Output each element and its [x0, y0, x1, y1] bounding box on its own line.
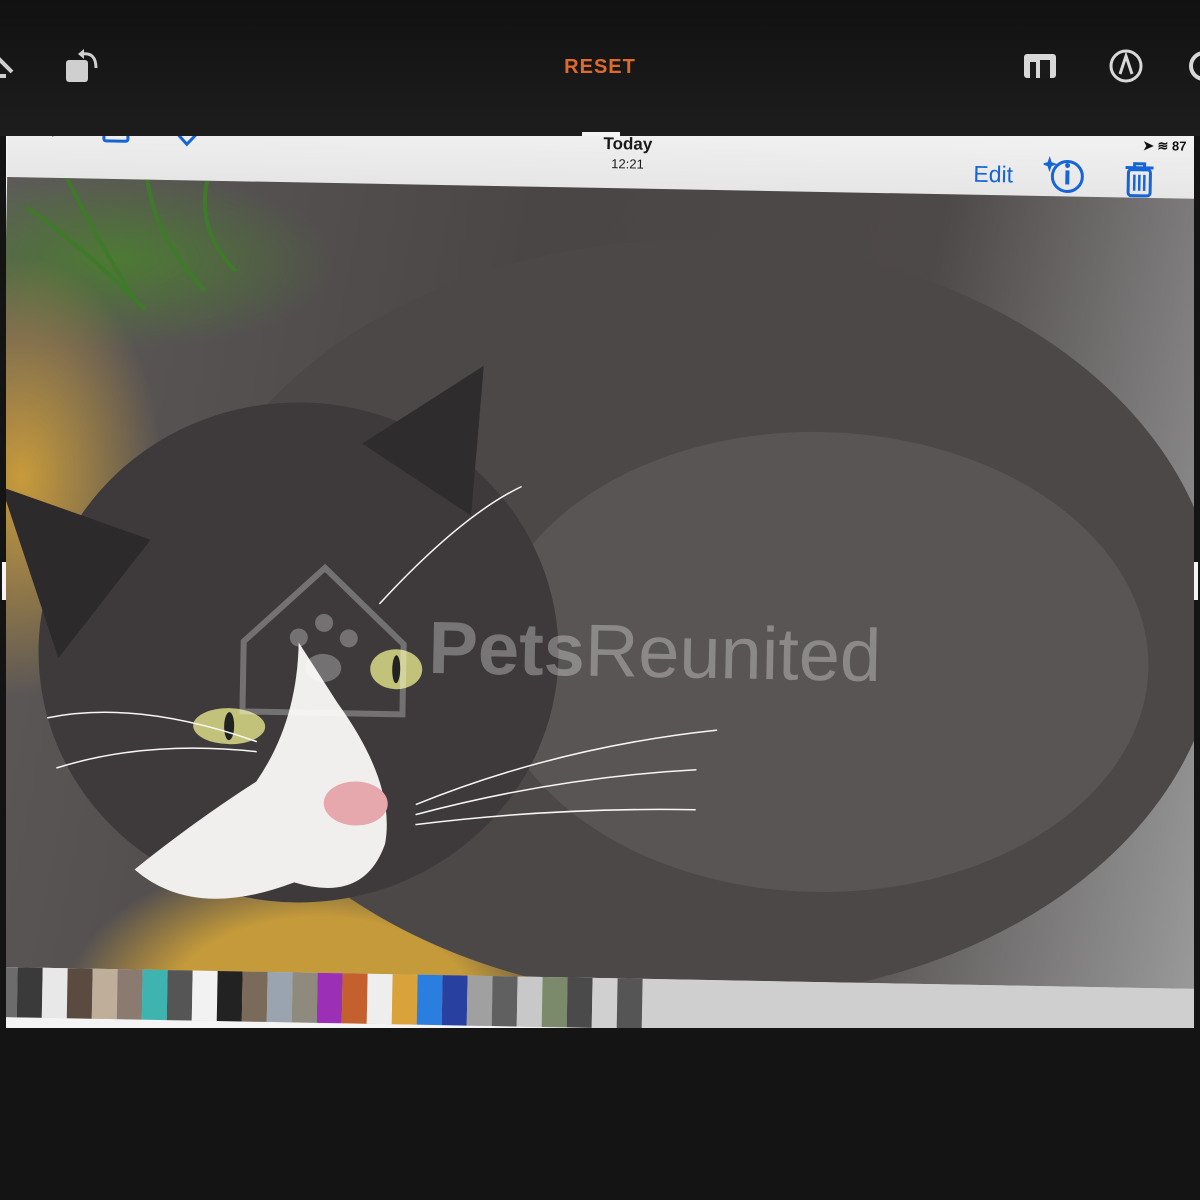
thumbnail [291, 972, 318, 1023]
watermark-brand-light: Reunited [584, 608, 882, 698]
thumbnail [166, 970, 193, 1021]
battery-percent: 87 [1171, 138, 1187, 154]
thumbnail [516, 976, 543, 1027]
thumbnail [616, 978, 643, 1028]
photo-canvas[interactable]: Today 12:21 Edit ➤ ≋ 87 PetsReunited [6, 136, 1194, 1028]
thumbnail [266, 971, 293, 1023]
thumbnail [191, 970, 218, 1022]
thumbnail [541, 976, 568, 1028]
more-icon[interactable] [1184, 46, 1200, 86]
thumbnail [216, 971, 243, 1022]
thumbnail [566, 977, 593, 1028]
rotate-icon[interactable] [62, 46, 102, 86]
reset-button[interactable]: RESET [540, 52, 660, 82]
thumbnail [591, 977, 618, 1028]
thumbnail [416, 974, 443, 1026]
thumbnail [91, 968, 118, 1020]
thumbnail [141, 969, 168, 1021]
nav-title: Today [603, 136, 653, 154]
wifi-icon: ≋ [1157, 138, 1169, 154]
screenshot-image: Today 12:21 Edit ➤ ≋ 87 PetsReunited [6, 136, 1194, 1028]
markup-icon[interactable] [1106, 46, 1146, 86]
thumbnail [66, 968, 93, 1019]
grass-blades [25, 177, 237, 311]
back-chevron-icon [38, 136, 63, 143]
aspect-ratio-icon[interactable] [1020, 46, 1060, 86]
thumbnail [491, 976, 518, 1027]
thumbnail [391, 974, 418, 1025]
edit-button: Edit [973, 160, 1014, 188]
editor-bottom-area [0, 1028, 1200, 1200]
crop-handle-top[interactable] [582, 132, 620, 136]
thumbnail [366, 973, 393, 1025]
thumbnail [41, 967, 68, 1019]
location-arrow-icon: ➤ [1142, 137, 1154, 154]
thumbnail [316, 972, 343, 1024]
nav-time: 12:21 [611, 156, 644, 172]
cat-photo: PetsReunited [6, 177, 1194, 989]
editor-toolbar: RESET [0, 0, 1200, 136]
favorite-heart-icon [170, 136, 205, 152]
status-bar-right: ➤ ≋ 87 [1143, 138, 1187, 155]
info-sparkle-icon [1041, 154, 1088, 200]
thumbnail [466, 975, 493, 1027]
crop-tilt-icon[interactable] [0, 46, 26, 86]
thumbnail [341, 973, 368, 1024]
thumbnail [441, 975, 468, 1026]
watermark-brand-bold: Pets [427, 605, 586, 692]
thumbnail [16, 967, 43, 1018]
watermark-text: PetsReunited [428, 605, 882, 698]
share-icon [100, 136, 133, 148]
crop-handle-left[interactable] [2, 562, 6, 600]
thumbnail [116, 969, 143, 1020]
thumbnail [241, 971, 268, 1022]
crop-handle-right[interactable] [1194, 562, 1198, 600]
